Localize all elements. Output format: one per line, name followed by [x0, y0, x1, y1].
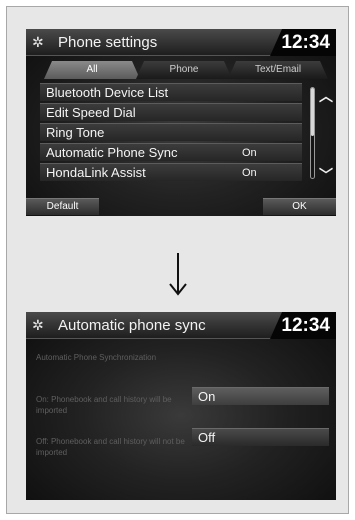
- list-item-bluetooth-device-list[interactable]: Bluetooth Device List: [40, 83, 302, 101]
- automatic-phone-sync-screen: ✲ Automatic phone sync 12:34 Automatic P…: [26, 312, 336, 500]
- gear-icon: ✲: [32, 317, 44, 333]
- down-arrow-icon: [169, 253, 187, 296]
- clock: 12:34: [281, 315, 330, 336]
- phone-settings-screen: ✲ Phone settings 12:34 All Phone Text/Em…: [26, 29, 336, 216]
- list-item-edit-speed-dial[interactable]: Edit Speed Dial: [40, 103, 302, 121]
- chevron-up-icon[interactable]: ︿: [319, 89, 333, 103]
- list-item-label: HondaLink Assist: [46, 165, 146, 180]
- tab-all[interactable]: All: [44, 61, 140, 79]
- help-text-on: On: Phonebook and call history will be i…: [36, 395, 172, 415]
- ok-button[interactable]: OK: [263, 198, 336, 215]
- list-item-value: On: [242, 147, 257, 159]
- list-item-value: On: [242, 167, 257, 179]
- help-text-off: Off: Phonebook and call history will not…: [36, 437, 185, 457]
- screen-title: Automatic phone sync: [58, 317, 206, 334]
- title-bar: ✲ Automatic phone sync 12:34: [26, 312, 336, 339]
- scrollbar-thumb[interactable]: [311, 88, 314, 136]
- clock: 12:34: [281, 32, 330, 53]
- help-text-heading: Automatic Phone Synchronization: [36, 353, 157, 362]
- gear-icon: ✲: [32, 34, 44, 50]
- list-item-label: Ring Tone: [46, 125, 105, 140]
- list-item-automatic-phone-sync[interactable]: Automatic Phone Sync On: [40, 143, 302, 161]
- option-on-button[interactable]: On: [192, 387, 329, 405]
- list-item-hondalink-assist[interactable]: HondaLink Assist On: [40, 163, 302, 181]
- list-item-label: Edit Speed Dial: [46, 105, 136, 120]
- tab-phone[interactable]: Phone: [136, 61, 232, 79]
- category-tabs: All Phone Text/Email: [44, 61, 328, 79]
- list-item-ring-tone[interactable]: Ring Tone: [40, 123, 302, 141]
- settings-list: Bluetooth Device List Edit Speed Dial Ri…: [40, 83, 302, 183]
- tab-text-email[interactable]: Text/Email: [228, 61, 328, 79]
- screen-title: Phone settings: [58, 34, 158, 51]
- list-item-label: Automatic Phone Sync: [46, 145, 178, 160]
- default-button[interactable]: Default: [26, 198, 99, 215]
- option-off-button[interactable]: Off: [192, 428, 329, 446]
- chevron-down-icon[interactable]: ﹀: [319, 168, 333, 182]
- scrollbar[interactable]: [310, 87, 315, 179]
- list-item-label: Bluetooth Device List: [46, 85, 169, 100]
- title-bar: ✲ Phone settings 12:34: [26, 29, 336, 56]
